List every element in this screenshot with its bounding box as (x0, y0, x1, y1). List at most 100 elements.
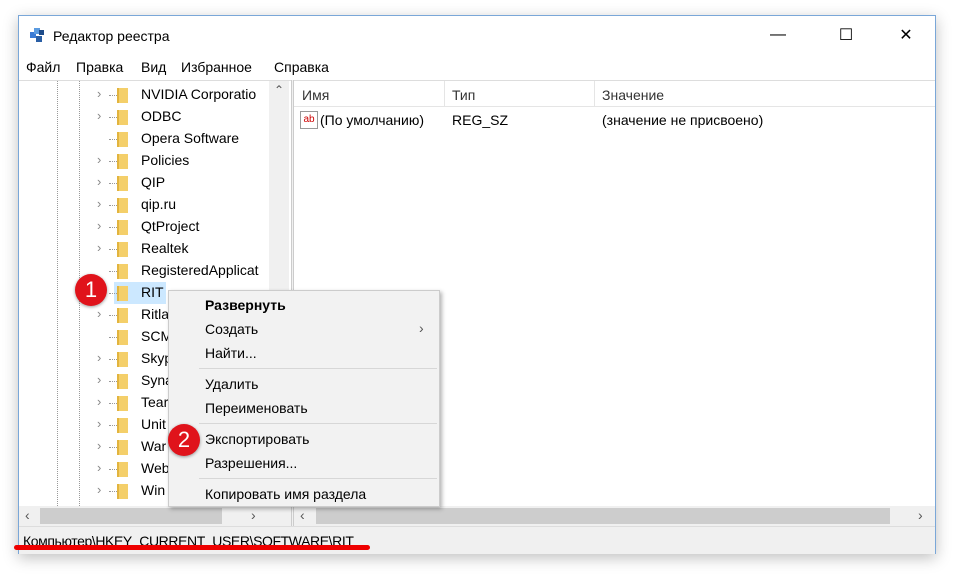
folder-icon (117, 198, 128, 213)
scroll-thumb[interactable] (316, 508, 890, 524)
registry-editor-window: Редактор реестра — ☐ ✕ Файл Правка Вид И… (18, 15, 936, 554)
menu-help[interactable]: Справка (274, 59, 329, 75)
tree-item[interactable]: RegisteredApplicat (19, 260, 269, 282)
expand-chevron-icon[interactable]: › (97, 438, 101, 453)
tree-connector (109, 359, 117, 360)
scroll-left-icon[interactable]: ‹ (25, 507, 30, 523)
title-bar: Редактор реестра — ☐ ✕ (19, 16, 935, 56)
folder-icon (117, 132, 128, 147)
tree-connector (109, 381, 117, 382)
expand-chevron-icon[interactable]: › (97, 108, 101, 123)
menu-item-create[interactable]: Создать (205, 321, 258, 343)
expand-chevron-icon[interactable]: › (97, 240, 101, 255)
tree-connector (109, 447, 117, 448)
menu-file[interactable]: Файл (26, 59, 60, 75)
step-badge-2: 2 (168, 424, 200, 456)
column-type[interactable]: Тип (452, 87, 475, 103)
expand-chevron-icon[interactable]: › (97, 306, 101, 321)
maximize-button[interactable]: ☐ (823, 16, 869, 54)
separator (199, 423, 437, 424)
context-menu: Развернуть Создать › Найти... Удалить Пе… (168, 290, 440, 507)
tree-connector (109, 315, 117, 316)
scroll-right-icon[interactable]: › (251, 507, 256, 523)
scroll-left-icon[interactable]: ‹ (300, 507, 305, 523)
menu-view[interactable]: Вид (141, 59, 166, 75)
menu-item-permissions[interactable]: Разрешения... (205, 455, 297, 477)
tree-item-label: RegisteredApplicat (141, 262, 259, 278)
folder-icon (117, 352, 128, 367)
tree-item[interactable]: › qip.ru (19, 194, 269, 216)
menu-edit[interactable]: Правка (76, 59, 123, 75)
scroll-right-icon[interactable]: › (918, 507, 923, 523)
minimize-button[interactable]: — (755, 16, 801, 54)
tree-connector (109, 425, 117, 426)
tree-connector (109, 139, 117, 140)
tree-item-label: Opera Software (141, 130, 240, 146)
folder-icon (117, 396, 128, 411)
tree-item[interactable]: › QIP (19, 172, 269, 194)
tree-item[interactable]: › QtProject (19, 216, 269, 238)
tree-item-label: Policies (141, 152, 190, 168)
value-data: (значение не присвоено) (602, 112, 764, 128)
value-row[interactable]: ab (По умолчанию) REG_SZ (значение не пр… (294, 110, 935, 132)
scroll-up-icon[interactable]: ⌃ (274, 83, 284, 97)
expand-chevron-icon[interactable]: › (97, 372, 101, 387)
folder-icon (117, 220, 128, 235)
tree-connector (109, 337, 117, 338)
expand-chevron-icon[interactable]: › (97, 174, 101, 189)
close-button[interactable]: ✕ (883, 16, 929, 54)
tree-item-label: NVIDIA Corporatio (141, 86, 257, 102)
tree-item[interactable]: › NVIDIA Corporatio (19, 84, 269, 106)
window-title: Редактор реестра (53, 28, 170, 44)
tree-item[interactable]: Opera Software (19, 128, 269, 150)
column-value[interactable]: Значение (602, 87, 664, 103)
tree-item[interactable]: › Realtek (19, 238, 269, 260)
tree-connector (109, 95, 117, 96)
submenu-arrow-icon: › (419, 320, 424, 336)
expand-chevron-icon[interactable]: › (97, 416, 101, 431)
expand-chevron-icon[interactable]: › (97, 218, 101, 233)
column-header: Имя Тип Значение (294, 81, 935, 107)
folder-icon (117, 418, 128, 433)
folder-icon (117, 242, 128, 257)
menu-item-find[interactable]: Найти... (205, 345, 257, 367)
string-value-icon: ab (300, 111, 318, 129)
menu-item-export[interactable]: Экспортировать (205, 431, 309, 453)
value-name: (По умолчанию) (320, 112, 425, 128)
regedit-icon (30, 28, 44, 42)
tree-item-label: ODBC (141, 108, 182, 124)
tree-item-label: QtProject (141, 218, 200, 234)
tree-horizontal-scrollbar[interactable]: ‹ › (19, 506, 291, 526)
expand-chevron-icon[interactable]: › (97, 460, 101, 475)
menu-item-rename[interactable]: Переименовать (205, 400, 308, 422)
tree-item-label: War (141, 438, 167, 454)
expand-chevron-icon[interactable]: › (97, 86, 101, 101)
folder-icon (117, 462, 128, 477)
tree-item-label: RIT (141, 284, 164, 300)
column-name[interactable]: Имя (302, 87, 329, 103)
red-underline (14, 545, 370, 550)
scroll-thumb[interactable] (40, 508, 222, 524)
tree-item-label: Web (141, 460, 170, 476)
folder-icon (117, 330, 128, 345)
tree-item[interactable]: › Policies (19, 150, 269, 172)
values-horizontal-scrollbar[interactable]: ‹ › (294, 506, 935, 526)
menu-item-expand[interactable]: Развернуть (205, 297, 286, 319)
tree-connector (109, 249, 117, 250)
folder-icon (117, 440, 128, 455)
value-type: REG_SZ (452, 112, 509, 128)
menu-item-copy-key-name[interactable]: Копировать имя раздела (205, 486, 366, 508)
tree-item-label: Unit (141, 416, 166, 432)
menu-item-delete[interactable]: Удалить (205, 376, 258, 398)
expand-chevron-icon[interactable]: › (97, 394, 101, 409)
folder-icon (117, 88, 128, 103)
expand-chevron-icon[interactable]: › (97, 196, 101, 211)
tree-item[interactable]: › ODBC (19, 106, 269, 128)
tree-connector (109, 491, 117, 492)
expand-chevron-icon[interactable]: › (97, 350, 101, 365)
expand-chevron-icon[interactable]: › (97, 482, 101, 497)
tree-connector (109, 227, 117, 228)
menu-favorites[interactable]: Избранное (181, 59, 252, 75)
folder-icon (117, 286, 128, 301)
expand-chevron-icon[interactable]: › (97, 152, 101, 167)
